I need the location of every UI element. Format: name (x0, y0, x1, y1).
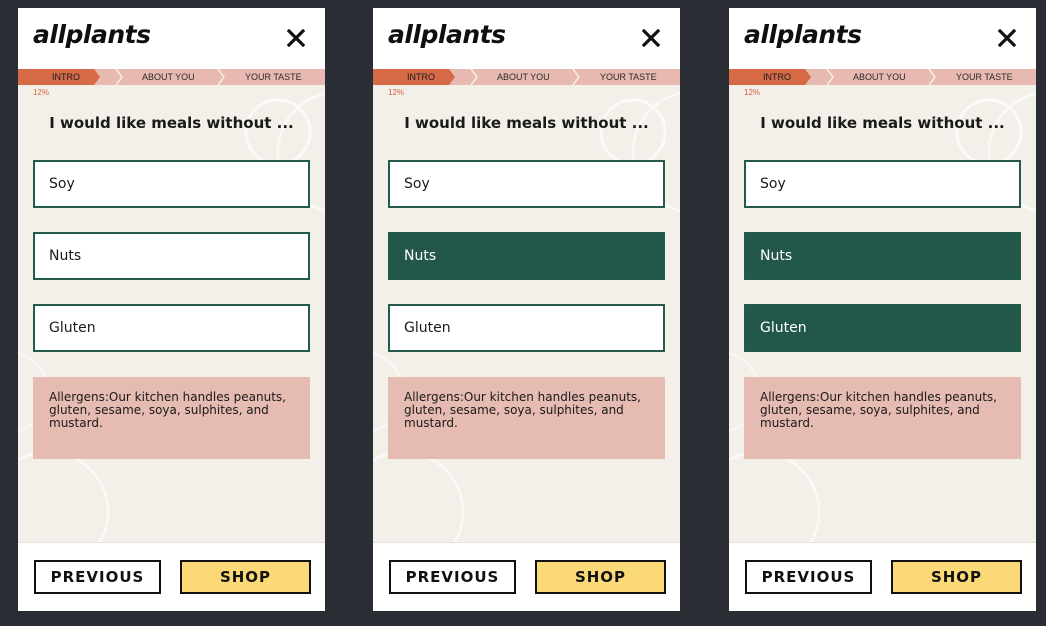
option-gluten[interactable]: Gluten (388, 304, 665, 352)
header: allplants (729, 8, 1036, 69)
option-label: Nuts (404, 248, 437, 264)
step-intro: INTRO (407, 72, 435, 82)
allergen-text: Allergens:Our kitchen handles peanuts, g… (49, 390, 286, 430)
option-soy[interactable]: Soy (744, 160, 1021, 208)
previous-button[interactable]: PREVIOUS (389, 560, 516, 594)
allergen-notice: Allergens:Our kitchen handles peanuts, g… (388, 377, 665, 459)
progress-percent: 12% (388, 88, 405, 97)
screen-3: allplants INTRO ABOUT YOU YOUR TASTE 12%… (729, 8, 1036, 611)
allergen-notice: Allergens:Our kitchen handles peanuts, g… (33, 377, 310, 459)
option-gluten[interactable]: Gluten (744, 304, 1021, 352)
previous-button[interactable]: PREVIOUS (34, 560, 161, 594)
question-title: I would like meals without ... (404, 114, 649, 132)
step-intro: INTRO (52, 72, 80, 82)
progress-steps: INTRO ABOUT YOU YOUR TASTE (373, 69, 680, 85)
progress-steps: INTRO ABOUT YOU YOUR TASTE (729, 69, 1036, 85)
close-icon[interactable] (640, 27, 662, 49)
previous-button[interactable]: PREVIOUS (745, 560, 872, 594)
option-nuts[interactable]: Nuts (33, 232, 310, 280)
progress-percent: 12% (33, 88, 50, 97)
footer: PREVIOUS SHOP (373, 542, 680, 611)
progress-steps: INTRO ABOUT YOU YOUR TASTE (18, 69, 325, 85)
option-nuts[interactable]: Nuts (744, 232, 1021, 280)
question-title: I would like meals without ... (49, 114, 294, 132)
option-label: Gluten (760, 320, 807, 336)
allergen-text: Allergens:Our kitchen handles peanuts, g… (404, 390, 641, 430)
option-label: Nuts (49, 248, 82, 264)
step-about-you: ABOUT YOU (497, 72, 550, 82)
allergen-notice: Allergens:Our kitchen handles peanuts, g… (744, 377, 1021, 459)
allplants-logo[interactable]: allplants (744, 20, 862, 49)
shop-button[interactable]: SHOP (535, 560, 666, 594)
step-about-you: ABOUT YOU (853, 72, 906, 82)
step-about-you: ABOUT YOU (142, 72, 195, 82)
option-gluten[interactable]: Gluten (33, 304, 310, 352)
progress-percent: 12% (744, 88, 761, 97)
allplants-logo[interactable]: allplants (33, 20, 151, 49)
option-label: Nuts (760, 248, 793, 264)
footer: PREVIOUS SHOP (729, 542, 1036, 611)
option-label: Gluten (49, 320, 96, 336)
footer: PREVIOUS SHOP (18, 542, 325, 611)
option-label: Soy (760, 176, 786, 192)
close-icon[interactable] (285, 27, 307, 49)
screen-2: allplants INTRO ABOUT YOU YOUR TASTE 12%… (373, 8, 680, 611)
question-title: I would like meals without ... (760, 114, 1005, 132)
allplants-logo[interactable]: allplants (388, 20, 506, 49)
option-label: Soy (49, 176, 75, 192)
step-your-taste: YOUR TASTE (245, 72, 302, 82)
shop-button[interactable]: SHOP (180, 560, 311, 594)
screen-1: allplants INTRO ABOUT YOU YOUR TASTE 12%… (18, 8, 325, 611)
step-your-taste: YOUR TASTE (600, 72, 657, 82)
option-nuts[interactable]: Nuts (388, 232, 665, 280)
option-label: Soy (404, 176, 430, 192)
allergen-text: Allergens:Our kitchen handles peanuts, g… (760, 390, 997, 430)
header: allplants (373, 8, 680, 69)
shop-button[interactable]: SHOP (891, 560, 1022, 594)
option-label: Gluten (404, 320, 451, 336)
step-intro: INTRO (763, 72, 791, 82)
header: allplants (18, 8, 325, 69)
option-soy[interactable]: Soy (33, 160, 310, 208)
step-your-taste: YOUR TASTE (956, 72, 1013, 82)
close-icon[interactable] (996, 27, 1018, 49)
option-soy[interactable]: Soy (388, 160, 665, 208)
